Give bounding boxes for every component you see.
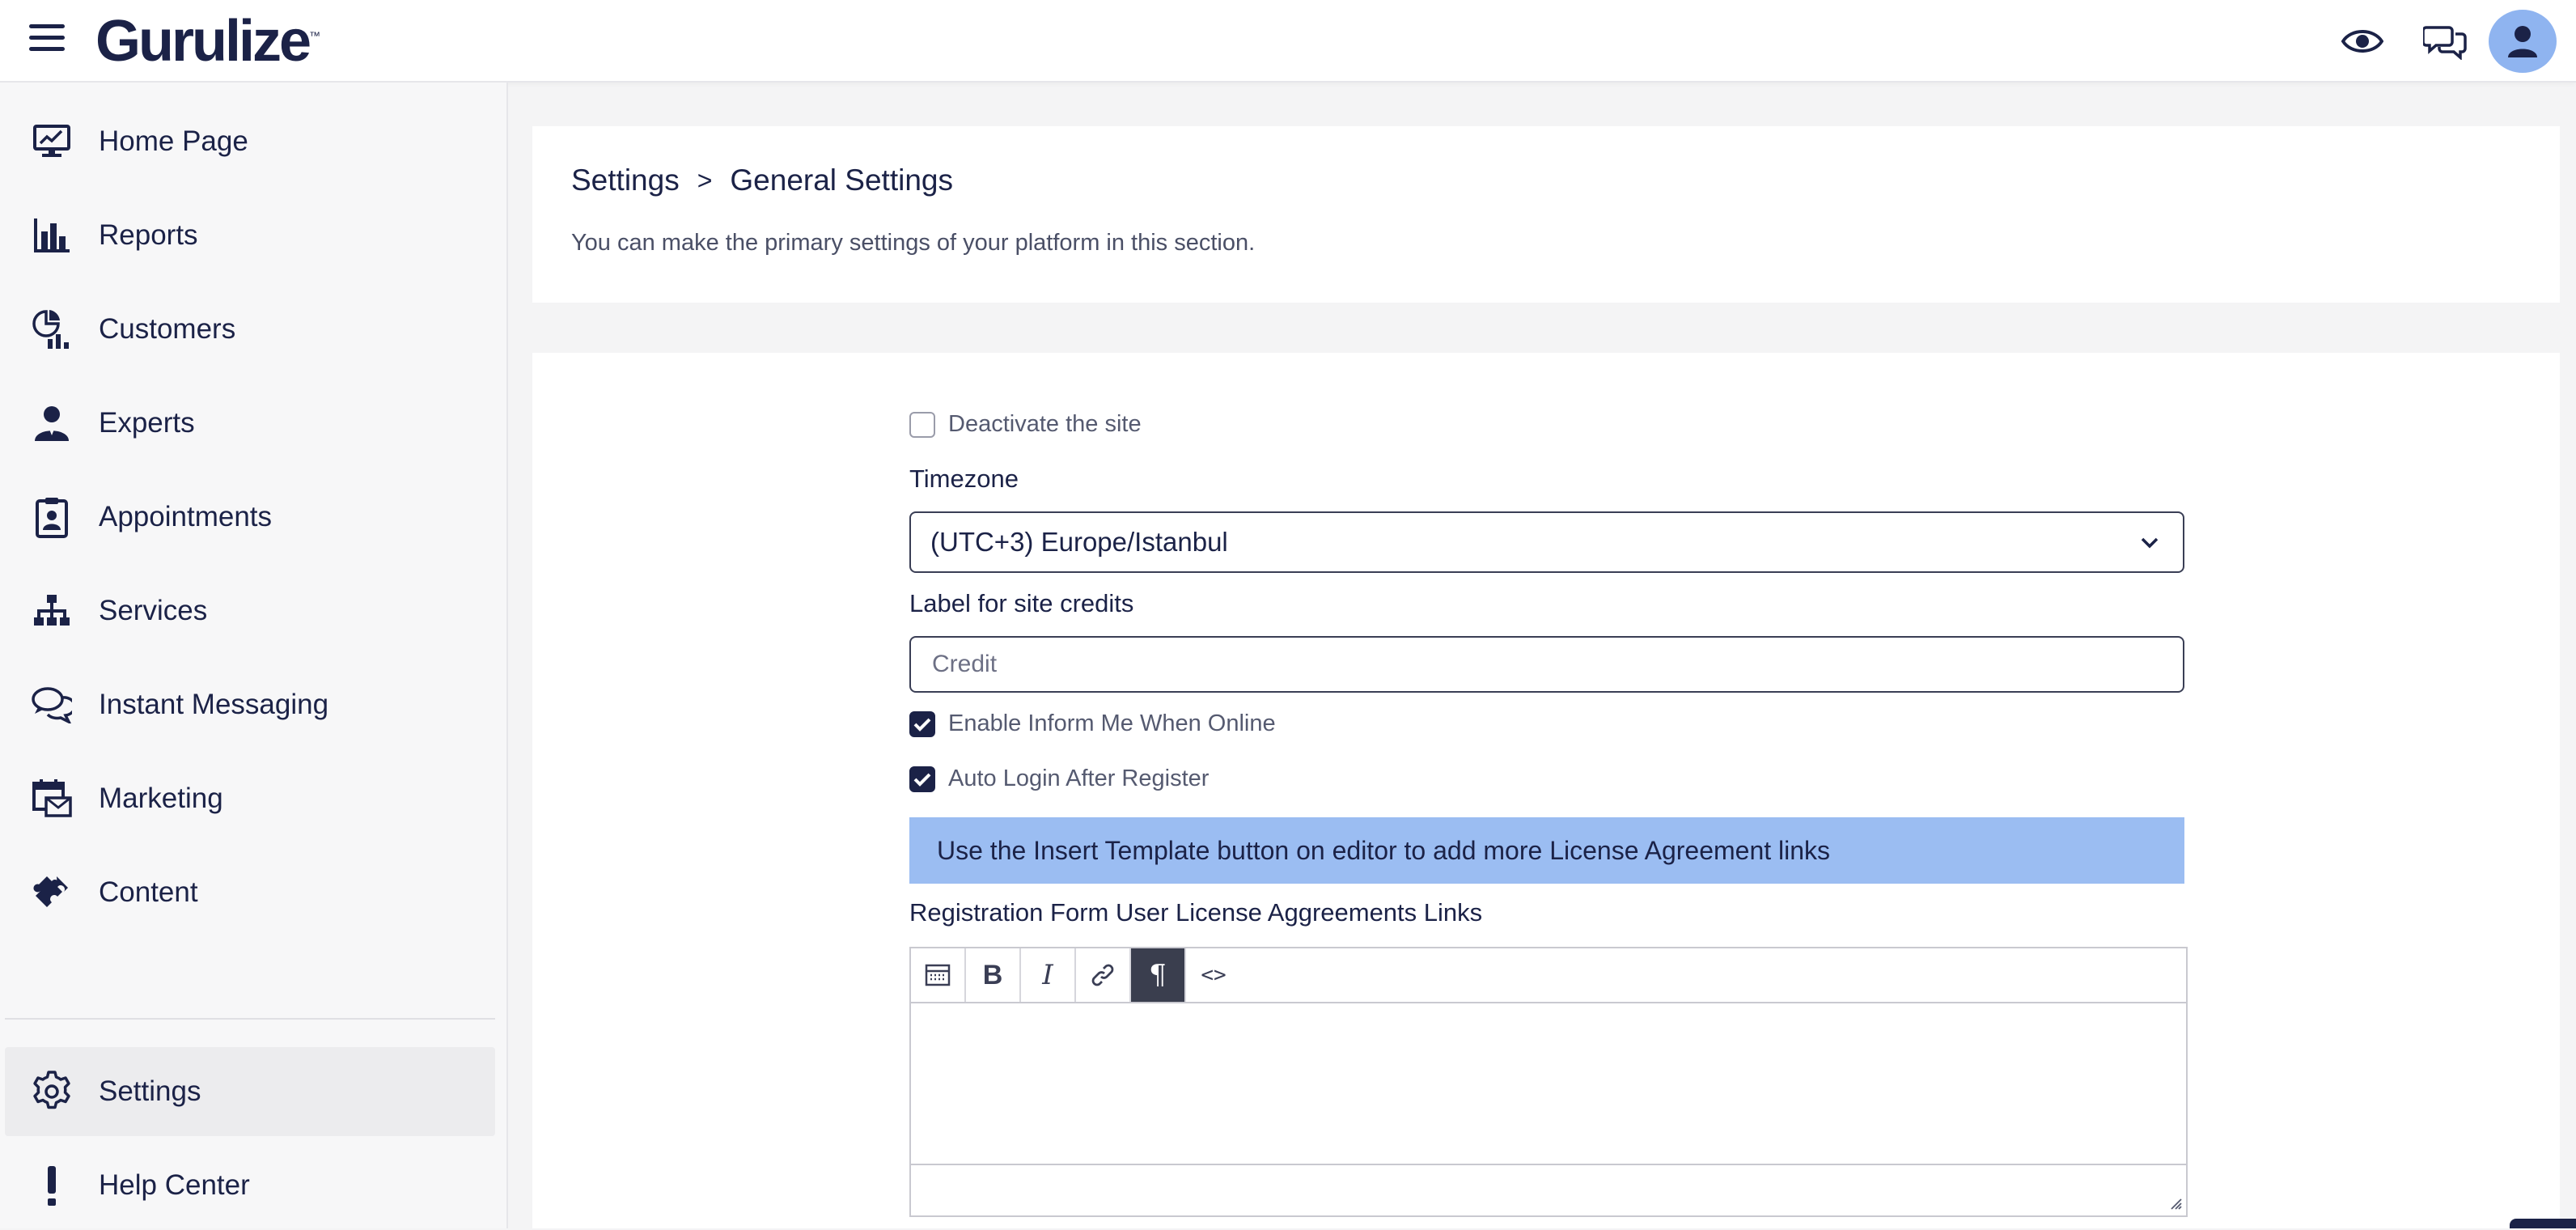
gear-icon [28, 1067, 76, 1116]
italic-button[interactable]: I [1021, 948, 1076, 1002]
sidebar-item-label: Experts [99, 407, 195, 439]
source-code-button[interactable]: <> [1186, 948, 1241, 1002]
sidebar-item-label: Customers [99, 313, 236, 345]
breadcrumb-current: General Settings [730, 163, 953, 197]
sidebar-item-label: Appointments [99, 501, 273, 532]
inform-online-row: Enable Inform Me When Online [909, 710, 1276, 737]
eye-icon[interactable] [2338, 18, 2387, 65]
support-widget-tab[interactable] [2510, 1219, 2576, 1228]
italic-icon: I [1042, 959, 1053, 991]
sidebar-item-home-page[interactable]: Home Page [5, 97, 495, 186]
top-bar: Gurulize™ [0, 0, 2576, 83]
sidebar-item-services[interactable]: Services [5, 566, 495, 655]
monitor-chart-icon [28, 117, 76, 166]
sidebar-item-content[interactable]: Content [5, 848, 495, 937]
logo[interactable]: Gurulize™ [95, 8, 320, 74]
sidebar-item-label: Instant Messaging [99, 689, 329, 720]
agreements-label: Registration Form User License Aggreemen… [909, 898, 1483, 927]
trademark-mark: ™ [309, 29, 321, 42]
editor-toolbar: B I ¶ <> [911, 948, 2186, 1003]
sidebar-item-label: Reports [99, 219, 198, 251]
link-button[interactable] [1076, 948, 1131, 1002]
sidebar-item-label: Settings [99, 1075, 201, 1107]
puzzle-icon [28, 868, 76, 917]
bar-chart-icon [28, 211, 76, 260]
sidebar-item-instant-messaging[interactable]: Instant Messaging [5, 660, 495, 749]
bold-button[interactable]: B [966, 948, 1021, 1002]
calendar-mail-icon [28, 774, 76, 823]
sidebar-item-marketing[interactable]: Marketing [5, 754, 495, 843]
sidebar-item-label: Home Page [99, 125, 248, 157]
user-icon [2508, 26, 2537, 57]
sidebar-divider [5, 1018, 495, 1020]
user-avatar[interactable] [2489, 10, 2557, 73]
editor-content-area[interactable] [911, 1003, 2186, 1165]
logo-text: Gurulize [95, 9, 311, 74]
sidebar-item-experts[interactable]: Experts [5, 379, 495, 468]
menu-icon[interactable] [29, 24, 65, 55]
deactivate-site-label: Deactivate the site [948, 411, 1142, 437]
site-credits-label: Label for site credits [909, 589, 1134, 617]
chevron-down-icon [2141, 537, 2159, 549]
timezone-label: Timezone [909, 464, 1019, 493]
bold-icon: B [982, 959, 1003, 990]
page-header-card: Settings > General Settings You can make… [532, 126, 2560, 303]
insert-template-icon [925, 964, 951, 986]
chat-bubbles-icon [28, 681, 76, 729]
breadcrumb: Settings > General Settings [571, 163, 953, 197]
sidebar-item-label: Content [99, 876, 198, 908]
site-credits-input[interactable] [909, 636, 2184, 693]
timezone-select[interactable]: (UTC+3) Europe/Istanbul [909, 511, 2184, 573]
deactivate-site-row: Deactivate the site [909, 411, 1142, 438]
paragraph-button[interactable]: ¶ [1131, 948, 1186, 1002]
sidebar-item-label: Help Center [99, 1169, 250, 1201]
sidebar-item-reports[interactable]: Reports [5, 191, 495, 280]
auto-login-row: Auto Login After Register [909, 766, 1209, 792]
sidebar-item-label: Marketing [99, 783, 223, 814]
deactivate-site-checkbox[interactable] [909, 411, 935, 438]
sidebar-item-customers[interactable]: Customers [5, 285, 495, 374]
inform-online-label: Enable Inform Me When Online [948, 710, 1276, 736]
pie-chart-icon [28, 305, 76, 354]
insert-template-button[interactable] [911, 948, 966, 1002]
page-description: You can make the primary settings of you… [571, 230, 1256, 256]
expert-user-icon [28, 399, 76, 447]
source-code-icon: <> [1201, 963, 1227, 987]
clipboard-user-icon [28, 493, 76, 541]
sidebar-item-settings[interactable]: Settings [5, 1047, 495, 1136]
sidebar-item-appointments[interactable]: Appointments [5, 473, 495, 562]
rich-text-editor: B I ¶ <> [909, 947, 2188, 1217]
auto-login-label: Auto Login After Register [948, 766, 1210, 791]
editor-status-bar [911, 1165, 2186, 1214]
resize-grip-icon[interactable] [2167, 1194, 2183, 1211]
settings-form-card: Deactivate the site Timezone (UTC+3) Eur… [532, 353, 2560, 1228]
paragraph-icon: ¶ [1149, 959, 1167, 991]
checkmark-icon [913, 773, 931, 787]
sidebar: Home Page Reports Customers Experts Appo… [0, 83, 508, 1228]
exclamation-icon [28, 1161, 76, 1210]
sitemap-icon [28, 587, 76, 635]
timezone-selected-value: (UTC+3) Europe/Istanbul [930, 527, 1228, 557]
chat-icon[interactable] [2421, 18, 2469, 65]
sidebar-item-help-center[interactable]: Help Center [5, 1141, 495, 1230]
breadcrumb-separator: > [697, 165, 713, 195]
breadcrumb-settings-link[interactable]: Settings [571, 163, 680, 197]
inform-online-checkbox[interactable] [909, 710, 935, 737]
checkmark-icon [913, 718, 931, 732]
sidebar-item-label: Services [99, 595, 208, 626]
link-icon [1091, 964, 1114, 986]
info-banner: Use the Insert Template button on editor… [909, 817, 2184, 884]
auto-login-checkbox[interactable] [909, 766, 935, 792]
